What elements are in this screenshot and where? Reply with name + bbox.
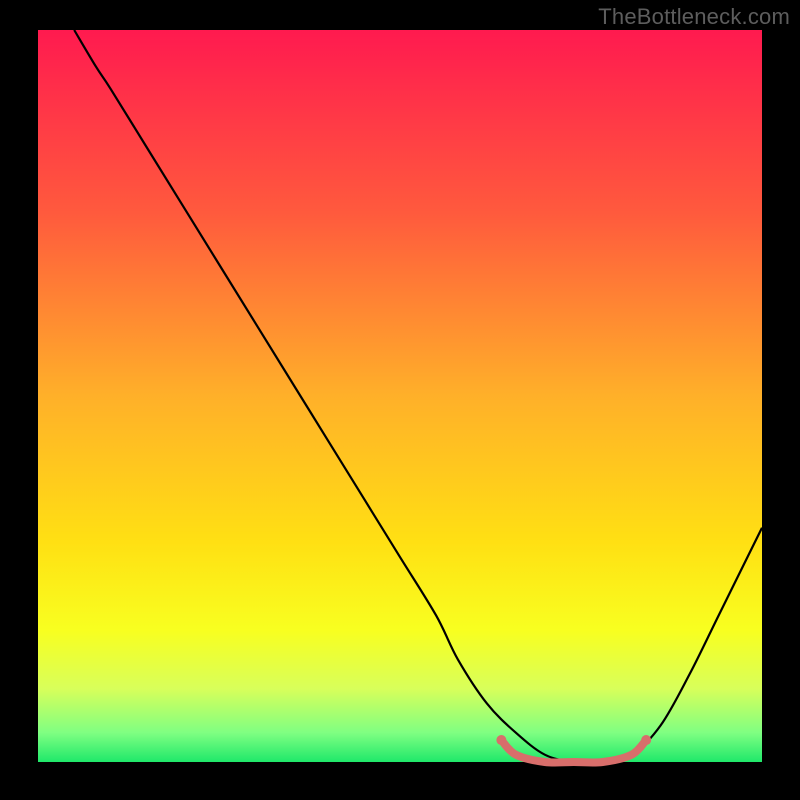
optimal-region-end xyxy=(641,735,651,745)
bottleneck-chart xyxy=(0,0,800,800)
plot-background xyxy=(38,30,762,762)
optimal-region-start xyxy=(496,735,506,745)
chart-container: TheBottleneck.com xyxy=(0,0,800,800)
watermark-text: TheBottleneck.com xyxy=(598,4,790,30)
